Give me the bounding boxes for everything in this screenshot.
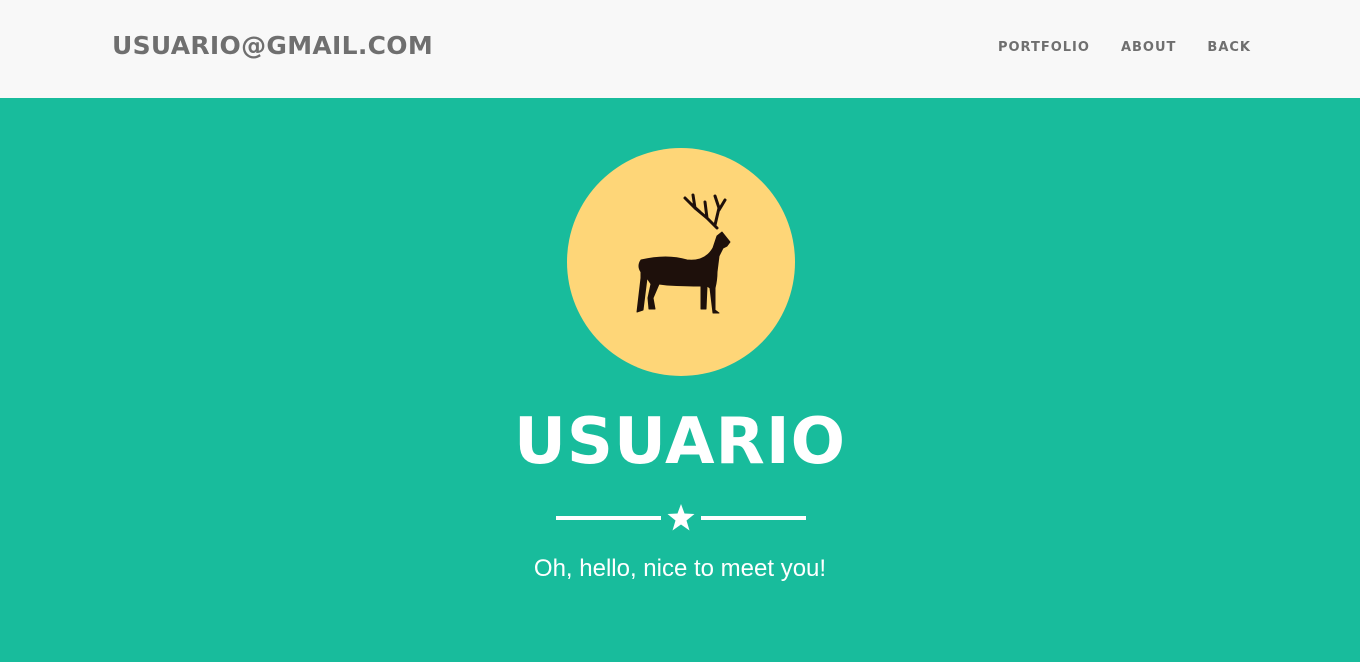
nav-menu: PORTFOLIO ABOUT BACK xyxy=(998,40,1251,55)
tagline: Oh, hello, nice to meet you! xyxy=(533,555,827,582)
star-divider xyxy=(556,503,806,533)
hero-section: USUARIO Oh, hello, nice to meet you! xyxy=(0,98,1360,662)
navbar: USUARIO@GMAIL.COM PORTFOLIO ABOUT BACK xyxy=(0,0,1360,98)
divider-line-right xyxy=(701,516,806,520)
divider-line-left xyxy=(556,516,661,520)
nav-link-about[interactable]: ABOUT xyxy=(1121,40,1176,55)
brand-link[interactable]: USUARIO@GMAIL.COM xyxy=(112,31,433,60)
elk-icon xyxy=(636,193,731,314)
profile-name: USUARIO xyxy=(513,405,847,479)
nav-link-portfolio[interactable]: PORTFOLIO xyxy=(998,40,1090,55)
profile-avatar xyxy=(567,148,795,376)
star-icon xyxy=(667,504,695,531)
nav-link-back[interactable]: BACK xyxy=(1207,40,1251,55)
